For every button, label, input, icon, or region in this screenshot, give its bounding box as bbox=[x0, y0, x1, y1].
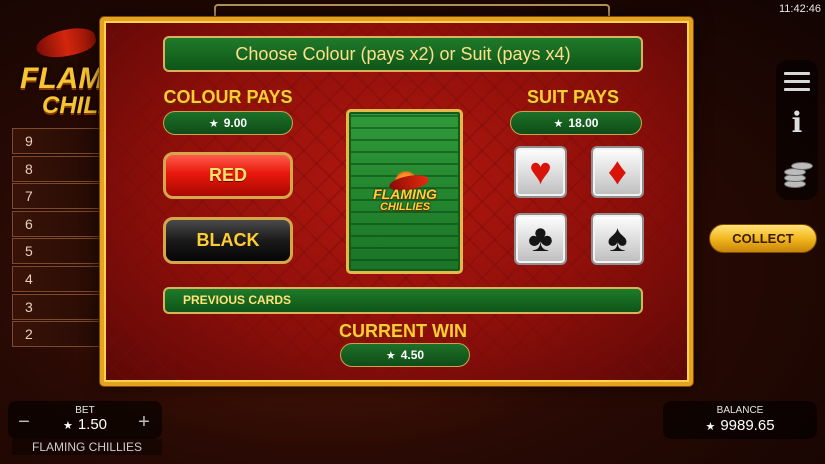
diamonds-icon: ♦ bbox=[607, 151, 628, 193]
suit-pays-heading: SUIT PAYS bbox=[526, 87, 620, 107]
info-icon[interactable]: i bbox=[786, 108, 808, 138]
bet-increase-button[interactable]: + bbox=[136, 411, 152, 434]
gamble-panel: Choose Colour (pays x2) or Suit (pays x4… bbox=[100, 17, 693, 386]
clubs-icon: ♣ bbox=[528, 218, 553, 260]
colour-pays-amount: 9.00 bbox=[223, 116, 248, 130]
star-icon: ★ bbox=[553, 118, 564, 130]
hearts-button[interactable]: ♥ bbox=[514, 146, 567, 198]
red-button[interactable]: RED bbox=[163, 152, 293, 199]
face-down-card: FLAMING CHILLIES bbox=[346, 109, 463, 274]
card-logo-line2: CHILLIES bbox=[379, 201, 431, 213]
star-icon: ★ bbox=[62, 420, 73, 432]
ladder-row: 6 bbox=[12, 210, 107, 237]
bet-label: BET bbox=[75, 405, 95, 416]
star-icon: ★ bbox=[385, 350, 396, 362]
hearts-icon: ♥ bbox=[529, 151, 552, 193]
bet-amount: 1.50 bbox=[77, 416, 108, 433]
ladder-row: 2 bbox=[12, 321, 107, 348]
game-name: FLAMING CHILLIES bbox=[12, 439, 162, 455]
paytable-ladder: 9 8 7 6 5 4 3 2 bbox=[12, 128, 107, 349]
diamonds-button[interactable]: ♦ bbox=[591, 146, 644, 198]
current-win-heading: CURRENT WIN bbox=[339, 321, 467, 341]
star-icon: ★ bbox=[705, 421, 716, 433]
balance-value: ★ 9989.65 bbox=[663, 417, 817, 434]
ladder-row: 8 bbox=[12, 155, 107, 182]
current-win-amount: 4.50 bbox=[400, 348, 425, 362]
star-icon: ★ bbox=[208, 118, 219, 130]
current-win-value: ★ 4.50 bbox=[340, 343, 470, 367]
balance-amount: 9989.65 bbox=[720, 417, 775, 434]
colour-pays-value: ★ 9.00 bbox=[163, 111, 293, 135]
card-logo: FLAMING CHILLIES bbox=[359, 170, 451, 218]
clock: 11:42:46 bbox=[778, 3, 821, 15]
ladder-row: 4 bbox=[12, 265, 107, 292]
card-logo-line1: FLAMING bbox=[373, 186, 437, 202]
coins-icon[interactable] bbox=[782, 158, 814, 192]
bet-value: ★ 1.50 bbox=[50, 416, 120, 433]
spades-button[interactable]: ♠ bbox=[591, 213, 644, 265]
colour-pays-heading: COLOUR PAYS bbox=[163, 87, 293, 107]
ladder-row: 3 bbox=[12, 293, 107, 320]
collect-button[interactable]: COLLECT bbox=[709, 224, 817, 253]
background-frame-top bbox=[214, 4, 610, 18]
suit-pays-value: ★ 18.00 bbox=[510, 111, 642, 135]
ladder-row: 9 bbox=[12, 128, 107, 154]
black-button[interactable]: BLACK bbox=[163, 217, 293, 264]
clubs-button[interactable]: ♣ bbox=[514, 213, 567, 265]
ladder-row: 7 bbox=[12, 183, 107, 210]
menu-icon[interactable] bbox=[784, 72, 810, 92]
previous-cards-bar: PREVIOUS CARDS bbox=[163, 287, 643, 314]
ladder-row: 5 bbox=[12, 238, 107, 265]
chilli-pepper-icon bbox=[33, 24, 99, 62]
suit-pays-amount: 18.00 bbox=[568, 116, 599, 130]
spades-icon: ♠ bbox=[607, 218, 628, 260]
bet-decrease-button[interactable]: − bbox=[16, 411, 32, 434]
balance-label: BALANCE bbox=[716, 405, 764, 416]
gamble-title: Choose Colour (pays x2) or Suit (pays x4… bbox=[163, 36, 643, 72]
